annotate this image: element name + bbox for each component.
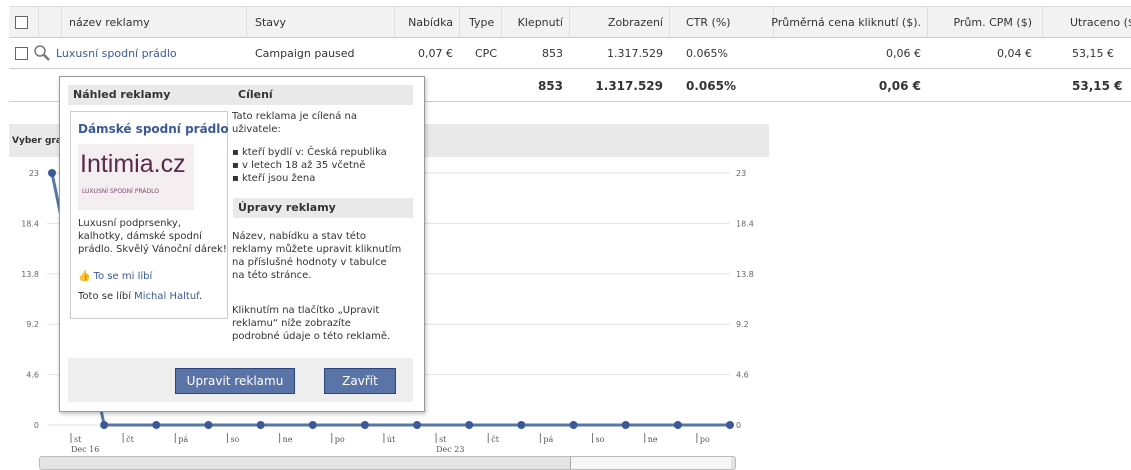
- data-point: [465, 421, 474, 429]
- logo-tagline: LUXUSNÍ SPODNÍ PRÁDLO: [82, 188, 159, 195]
- x-tick-label: pá: [543, 435, 553, 444]
- likes-prefix: Toto se líbí: [78, 291, 131, 302]
- popup-footer: Upravit reklamu Zavřít: [68, 358, 413, 402]
- scrollbar-thumb[interactable]: [570, 457, 731, 469]
- x-tick-label: po: [335, 435, 345, 444]
- edit-ad-button[interactable]: Upravit reklamu: [175, 368, 295, 394]
- thumbs-up-icon: 👍: [78, 271, 91, 282]
- ad-preview-card: Dámské spodní prádlo Intimia.cz LUXUSNÍ …: [70, 111, 229, 319]
- edit-text-1: Název, nabídku a stav této reklamy můžet…: [232, 231, 402, 281]
- total-avg-cpc: 0,06 €: [878, 78, 921, 93]
- y-tick-left: 13.8: [21, 270, 39, 279]
- data-point: [308, 421, 317, 429]
- graph-selector-label[interactable]: Vyber gra: [12, 136, 62, 146]
- ad-bid[interactable]: 0,07 €: [418, 38, 453, 68]
- data-point: [48, 169, 56, 177]
- targeting-item-1: ▪ v letech 18 až 35 včetně: [232, 160, 366, 171]
- col-header-name[interactable]: název reklamy: [69, 7, 150, 37]
- data-point: [360, 421, 369, 429]
- table-row: Luxusní spodní prádlo Campaign paused 0,…: [9, 38, 1131, 69]
- x-tick-label: út: [387, 435, 396, 444]
- col-header-status[interactable]: Stavy: [255, 7, 286, 37]
- targeting-item-2: ▪ kteří jsou žena: [232, 173, 316, 184]
- ad-impressions: 1.317.529: [607, 46, 663, 60]
- edit-heading: Úpravy reklamy: [233, 198, 413, 218]
- x-week-label: Dec 23: [436, 445, 464, 454]
- select-all-checkbox[interactable]: [15, 16, 28, 29]
- targeting-heading: Cílení: [233, 85, 413, 105]
- x-tick-label: ne: [283, 435, 293, 444]
- ad-clicks: 853: [542, 46, 563, 60]
- x-tick-label: st: [439, 435, 447, 444]
- ad-status[interactable]: Campaign paused: [255, 38, 355, 68]
- data-point: [726, 421, 734, 429]
- targeting-item-0: ▪ kteří bydlí v: Česká republika: [232, 147, 387, 158]
- ad-title[interactable]: Dámské spodní prádlo: [78, 122, 229, 136]
- total-impressions: 1.317.529: [595, 78, 663, 93]
- like-button[interactable]: 👍 To se mi líbí: [78, 271, 152, 282]
- ad-ctr: 0.065%: [686, 46, 728, 60]
- col-header-spent[interactable]: Utraceno ($: [1070, 7, 1131, 37]
- total-ctr: 0.065%: [686, 78, 736, 93]
- y-tick-right: 9.2: [736, 320, 749, 329]
- y-tick-left: 9.2: [26, 320, 39, 329]
- data-point: [517, 421, 526, 429]
- col-header-impressions[interactable]: Zobrazení: [608, 7, 663, 37]
- data-point: [569, 421, 578, 429]
- ad-spent: 53,15 €: [1072, 46, 1114, 60]
- y-tick-right: 13.8: [736, 270, 754, 279]
- ad-avg-cpc: 0,06 €: [886, 46, 921, 60]
- y-tick-right: 18.4: [736, 219, 754, 228]
- table-header-row: název reklamy Stavy Nabídka Type Klepnut…: [9, 6, 1131, 38]
- x-tick-label: so: [596, 435, 605, 444]
- close-button[interactable]: Zavřít: [324, 368, 396, 394]
- data-point: [621, 421, 630, 429]
- ad-body-text: Luxusní podprsenky, kalhotky, dámské spo…: [78, 218, 227, 255]
- y-tick-left: 4.6: [26, 371, 39, 380]
- y-tick-right: 4.6: [736, 371, 749, 380]
- likes-suffix: .: [198, 291, 203, 302]
- ad-name-link[interactable]: Luxusní spodní prádlo: [56, 38, 177, 68]
- like-label: To se mi líbí: [93, 271, 153, 282]
- x-tick-label: ne: [648, 435, 658, 444]
- likes-line: Toto se líbí Michal Haltuf.: [78, 290, 202, 303]
- x-tick-label: so: [230, 435, 239, 444]
- col-header-avg-cpm[interactable]: Prům. CPM ($): [953, 7, 1032, 37]
- row-checkbox[interactable]: [15, 47, 28, 60]
- x-tick-label: čt: [126, 435, 134, 444]
- col-header-bid[interactable]: Nabídka: [408, 7, 453, 37]
- x-tick-label: čt: [491, 435, 499, 444]
- total-spent: 53,15 €: [1072, 78, 1123, 93]
- x-week-label: Dec 16: [71, 445, 99, 454]
- likes-name-link[interactable]: Michal Haltuf: [134, 291, 199, 302]
- y-tick-left: 23: [29, 169, 39, 178]
- targeting-intro: Tato reklama je cílená na uživatele:: [232, 111, 358, 135]
- x-tick-label: po: [700, 435, 710, 444]
- ad-type: CPC: [475, 46, 497, 60]
- data-point: [152, 421, 161, 429]
- edit-text-2: Kliknutím na tlačítko „Upravit reklamu“ …: [232, 305, 391, 342]
- x-tick-label: pá: [178, 435, 188, 444]
- data-point: [673, 421, 682, 429]
- col-header-ctr[interactable]: CTR (%): [686, 7, 731, 37]
- col-header-type[interactable]: Type: [469, 7, 494, 37]
- ad-avg-cpm: 0,04 €: [997, 46, 1032, 60]
- total-clicks: 853: [537, 78, 563, 93]
- y-tick-right: 0: [736, 421, 741, 430]
- logo-wordmark: Intimia.cz: [80, 150, 186, 178]
- ad-logo-image[interactable]: Intimia.cz LUXUSNÍ SPODNÍ PRÁDLO: [78, 144, 194, 210]
- y-tick-left: 18.4: [21, 219, 39, 228]
- data-point: [256, 421, 265, 429]
- data-point: [100, 421, 109, 429]
- preview-heading: Náhled reklamy: [68, 85, 233, 105]
- y-tick-right: 23: [736, 169, 746, 178]
- data-point: [204, 421, 213, 429]
- y-tick-left: 0: [34, 421, 39, 430]
- col-header-clicks[interactable]: Klepnutí: [518, 7, 563, 37]
- magnifier-icon[interactable]: [33, 44, 51, 62]
- col-header-avg-cpc[interactable]: Průměrná cena kliknutí ($).: [771, 7, 921, 37]
- x-tick-label: st: [74, 435, 82, 444]
- ad-preview-popup: Náhled reklamy Cílení Dámské spodní prád…: [59, 76, 425, 412]
- data-point: [413, 421, 422, 429]
